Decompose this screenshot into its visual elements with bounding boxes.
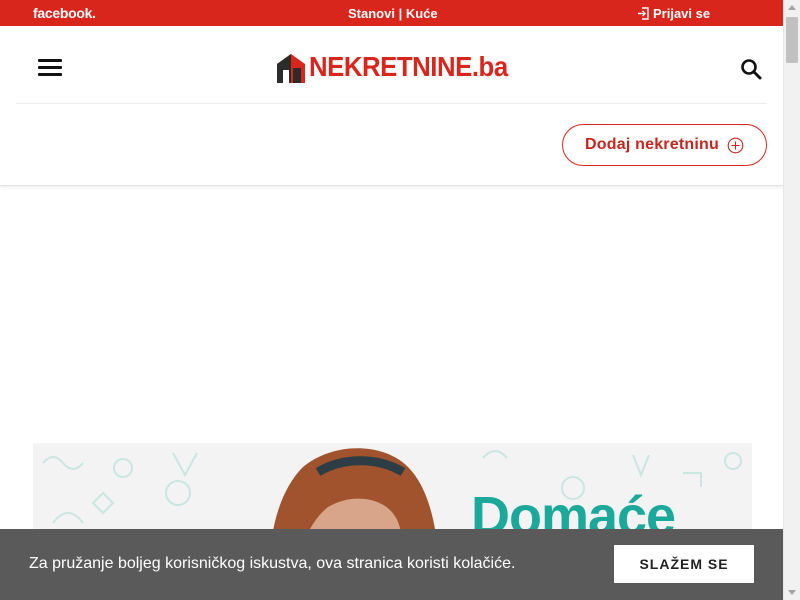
property-type-links[interactable]: Stanovi | Kuće: [348, 6, 438, 21]
login-link[interactable]: Prijavi se: [637, 6, 710, 21]
page: facebook. Stanovi | Kuće Prijavi se NEKR…: [0, 0, 800, 600]
add-property-button[interactable]: Dodaj nekretninu: [562, 124, 767, 166]
scroll-thumb[interactable]: [786, 17, 798, 63]
cookie-message: Za pružanje boljeg korisničkog iskustva,…: [29, 555, 516, 572]
add-property-label: Dodaj nekretninu: [585, 136, 719, 153]
site-logo[interactable]: NEKRETNINE.ba: [276, 50, 525, 84]
header-divider: [16, 103, 767, 104]
search-icon[interactable]: [740, 58, 762, 80]
menu-icon[interactable]: [38, 59, 62, 77]
scroll-up-icon[interactable]: [788, 5, 796, 10]
login-icon: [638, 7, 649, 20]
page-scrollbar[interactable]: [783, 0, 800, 600]
top-bar: facebook. Stanovi | Kuće Prijavi se: [0, 0, 783, 26]
logo-house-icon: [277, 54, 305, 83]
facebook-link[interactable]: facebook.: [33, 5, 96, 21]
plus-circle-icon: [727, 137, 744, 153]
cookie-banner: Za pružanje boljeg korisničkog iskustva,…: [0, 529, 783, 600]
logo-text: NEKRETNINE.ba: [309, 51, 508, 82]
cookie-accept-button[interactable]: SLAŽEM SE: [614, 545, 754, 583]
login-label: Prijavi se: [653, 6, 711, 21]
site-header: NEKRETNINE.ba Dodaj nekretninu: [0, 26, 783, 186]
scroll-down-icon[interactable]: [788, 590, 796, 595]
